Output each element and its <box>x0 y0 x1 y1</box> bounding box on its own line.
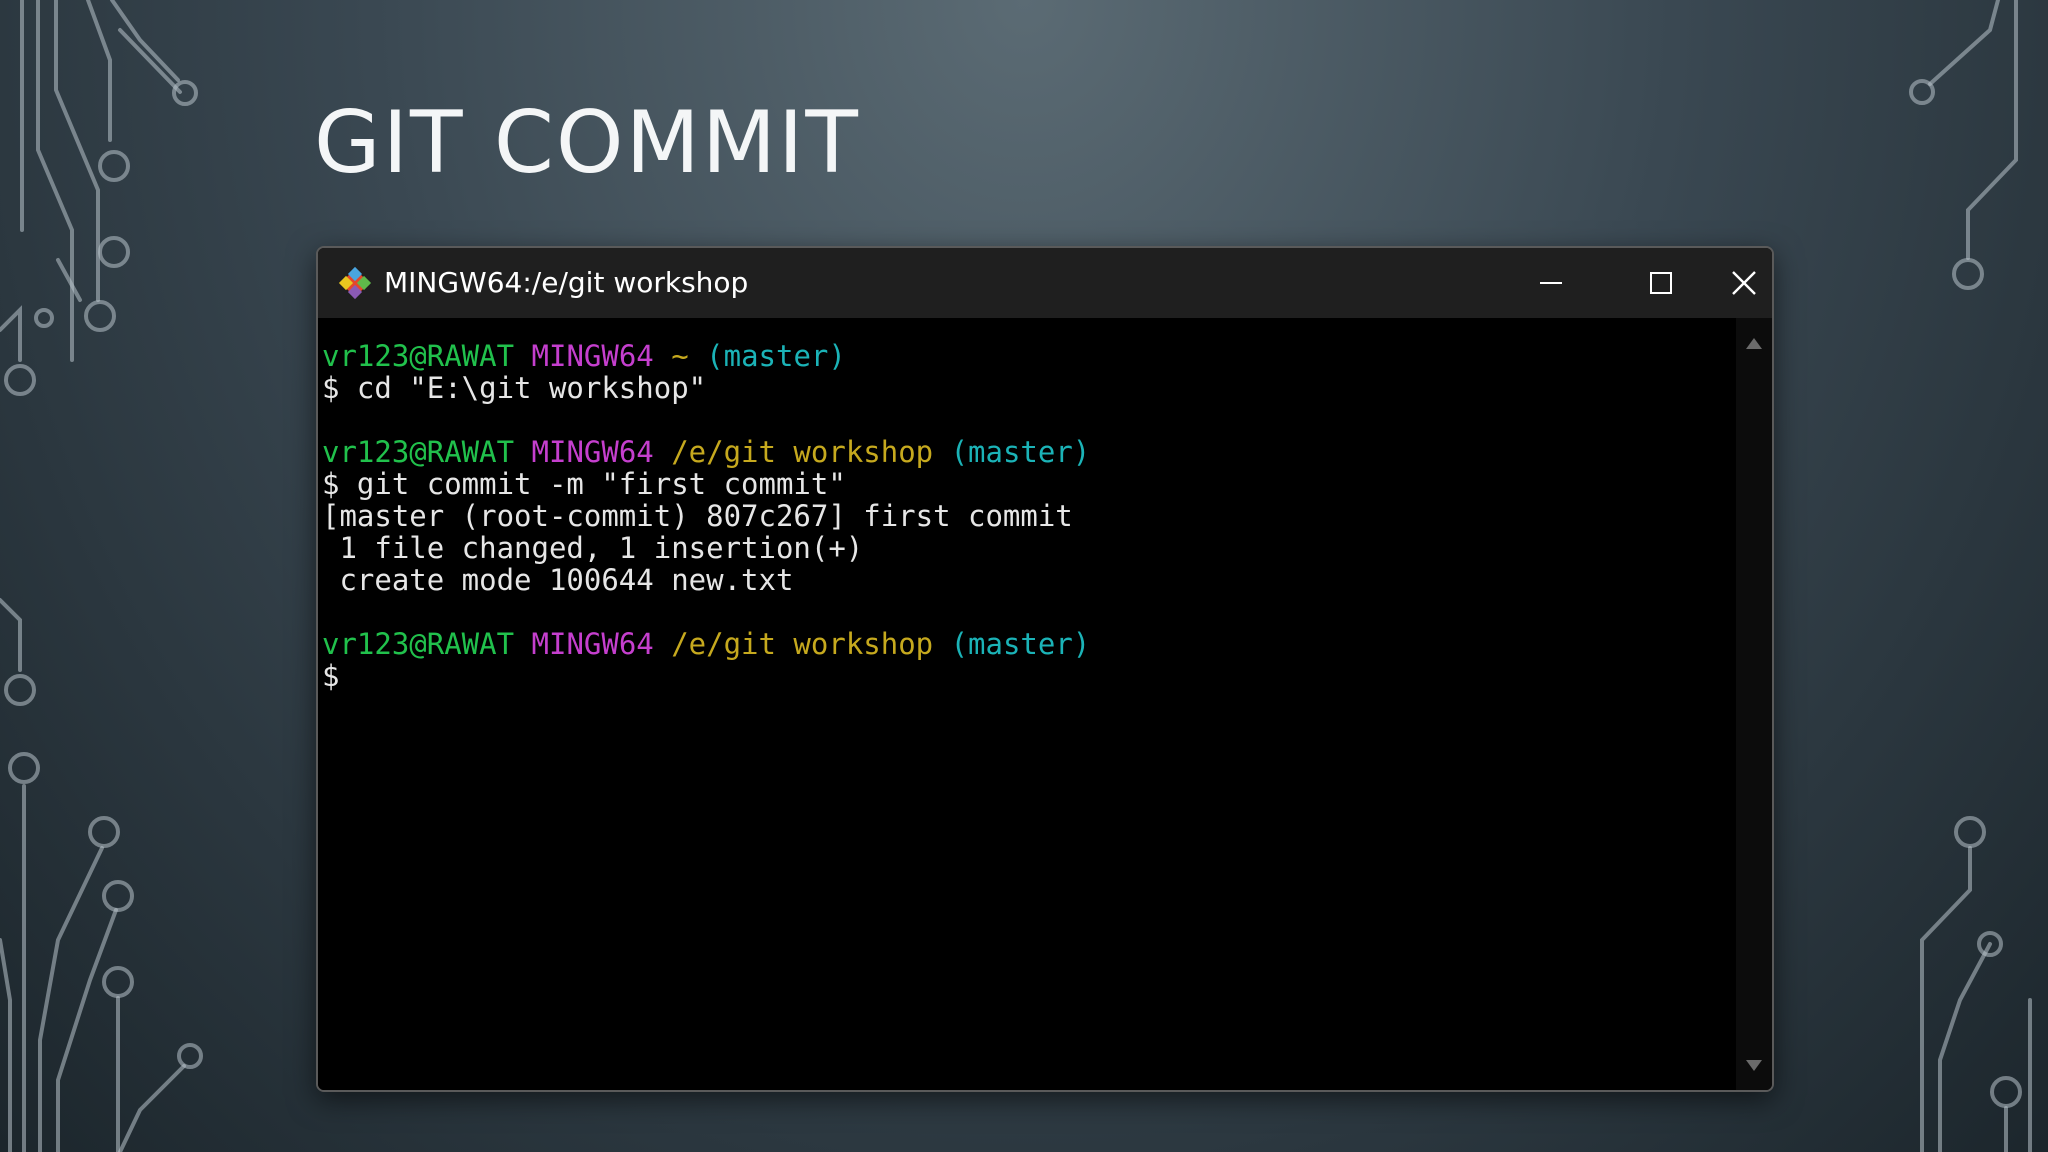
slide-title: GIT COMMIT <box>314 93 860 193</box>
terminal-segment-plain <box>654 435 671 469</box>
terminal-segment-branch: (master) <box>706 339 846 373</box>
terminal-line: vr123@RAWAT MINGW64 /e/git workshop (mas… <box>322 628 1090 660</box>
terminal-segment-plain: $ <box>322 659 340 693</box>
close-icon <box>1732 271 1756 295</box>
terminal-line: 1 file changed, 1 insertion(+) <box>322 532 1090 564</box>
terminal-segment-plain: $ cd "E:\git workshop" <box>322 371 707 405</box>
terminal-segment-plain <box>514 435 531 469</box>
terminal-segment-host: MINGW64 <box>531 339 654 373</box>
minimize-button[interactable] <box>1496 248 1606 318</box>
terminal-segment-branch: (master) <box>950 627 1091 661</box>
maximize-button[interactable] <box>1606 248 1716 318</box>
window-title: MINGW64:/e/git workshop <box>384 266 749 299</box>
terminal-segment-path: ~ <box>671 339 689 373</box>
terminal-segment-user: vr123@RAWAT <box>322 435 515 469</box>
terminal-segment-plain <box>654 627 671 661</box>
terminal-segment-plain <box>654 339 671 373</box>
window-title-bar[interactable]: MINGW64:/e/git workshop <box>318 248 1772 318</box>
terminal-segment-path: /e/git workshop <box>671 435 934 469</box>
git-for-windows-icon <box>338 266 372 300</box>
scroll-up-arrow-icon[interactable] <box>1746 338 1762 349</box>
scroll-down-arrow-icon[interactable] <box>1746 1060 1762 1071</box>
terminal-segment-plain <box>933 627 950 661</box>
terminal-segment-user: vr123@RAWAT <box>322 627 515 661</box>
terminal-window[interactable]: MINGW64:/e/git workshop vr123@RAWAT MING… <box>316 246 1774 1092</box>
terminal-segment-plain: [master (root-commit) 807c267] first com… <box>322 499 1073 533</box>
terminal-segment-branch: (master) <box>950 435 1091 469</box>
terminal-line: create mode 100644 new.txt <box>322 564 1090 596</box>
terminal-segment-plain <box>514 339 531 373</box>
terminal-line: $ cd "E:\git workshop" <box>322 372 1090 404</box>
terminal-line: vr123@RAWAT MINGW64 /e/git workshop (mas… <box>322 436 1090 468</box>
maximize-icon <box>1650 272 1672 294</box>
vertical-scrollbar[interactable] <box>1736 318 1772 1090</box>
terminal-segment-plain: $ git commit -m "first commit" <box>322 467 846 501</box>
terminal-line: vr123@RAWAT MINGW64 ~ (master) <box>322 340 1090 372</box>
terminal-segment-plain <box>514 627 531 661</box>
terminal-segment-plain <box>933 435 950 469</box>
terminal-segment-plain: create mode 100644 new.txt <box>322 563 794 597</box>
terminal-segment-path: /e/git workshop <box>671 627 934 661</box>
terminal-segment-plain: 1 file changed, 1 insertion(+) <box>322 531 864 565</box>
close-button[interactable] <box>1716 248 1772 318</box>
terminal-output[interactable]: vr123@RAWAT MINGW64 ~ (master) $ cd "E:\g… <box>318 318 1736 1090</box>
minimize-icon <box>1540 282 1562 284</box>
terminal-segment-plain <box>689 339 706 373</box>
terminal-segment-host: MINGW64 <box>531 435 654 469</box>
terminal-line: [master (root-commit) 807c267] first com… <box>322 500 1090 532</box>
terminal-line: $ git commit -m "first commit" <box>322 468 1090 500</box>
terminal-text: vr123@RAWAT MINGW64 ~ (master) $ cd "E:\g… <box>322 340 1090 692</box>
terminal-line: $ <box>322 660 1090 692</box>
terminal-segment-user: vr123@RAWAT <box>322 339 515 373</box>
terminal-segment-host: MINGW64 <box>531 627 654 661</box>
